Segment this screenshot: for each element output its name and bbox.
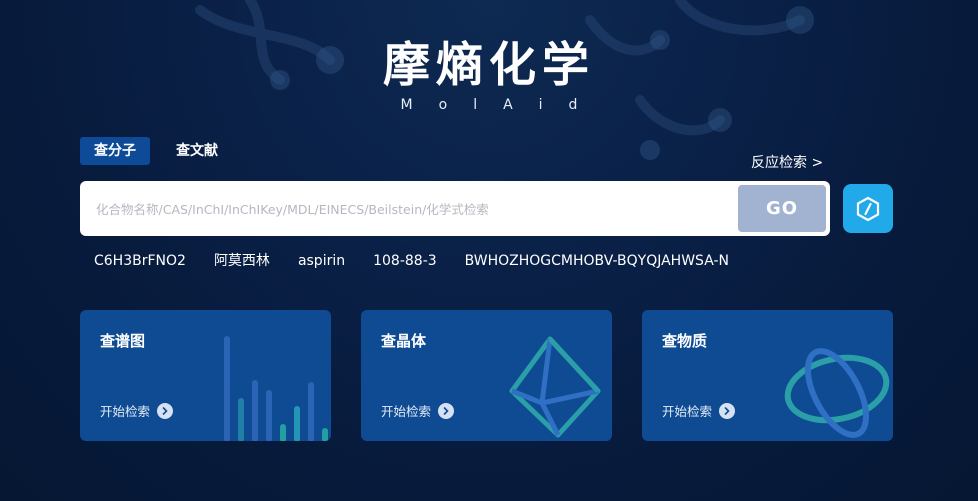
- card-title: 查谱图: [100, 332, 146, 350]
- card-start-link[interactable]: 开始检索: [100, 401, 174, 420]
- card-start-label: 开始检索: [662, 404, 713, 419]
- go-button[interactable]: GO: [738, 185, 826, 232]
- card-start-label: 开始检索: [100, 404, 151, 419]
- arrow-right-icon: [438, 402, 455, 419]
- logo-chinese: 摩熵化学: [383, 38, 595, 93]
- structure-draw-button[interactable]: [843, 184, 893, 233]
- example-query[interactable]: 阿莫西林: [214, 251, 270, 271]
- logo-english: MolAid: [400, 97, 604, 113]
- orbit-atom-icon: [784, 348, 890, 438]
- example-query[interactable]: 108-88-3: [373, 251, 437, 271]
- search-input[interactable]: [94, 181, 738, 238]
- search-box: GO: [80, 181, 830, 238]
- search-type-tabs: 查分子 查文献: [80, 137, 232, 165]
- example-queries: C6H3BrFNO2 阿莫西林 aspirin 108-88-3 BWHOZHO…: [94, 251, 757, 271]
- card-title: 查晶体: [381, 332, 427, 350]
- arrow-right-icon: [157, 402, 174, 419]
- card-crystal[interactable]: 查晶体 开始检索: [361, 310, 612, 441]
- card-start-link[interactable]: 开始检索: [662, 401, 736, 420]
- example-query[interactable]: aspirin: [298, 251, 345, 271]
- example-query[interactable]: BWHOZHOGCMHOBV-BQYQJAHWSA-N: [465, 251, 729, 271]
- card-substance[interactable]: 查物质 开始检索: [642, 310, 893, 441]
- arrow-right-icon: [719, 402, 736, 419]
- structure-draw-icon: [856, 196, 880, 221]
- card-title: 查物质: [662, 332, 708, 350]
- tab-literature[interactable]: 查文献: [162, 137, 232, 165]
- tab-molecule[interactable]: 查分子: [80, 137, 150, 165]
- card-start-label: 开始检索: [381, 404, 432, 419]
- spectrum-bars-icon: [224, 336, 328, 441]
- card-spectrum[interactable]: 查谱图 开始检索: [80, 310, 331, 441]
- example-query[interactable]: C6H3BrFNO2: [94, 251, 186, 271]
- logo: 摩熵化学 MolAid: [0, 38, 978, 114]
- reaction-search-link[interactable]: 反应检索 >: [751, 152, 823, 172]
- card-start-link[interactable]: 开始检索: [381, 401, 455, 420]
- crystal-octahedron-icon: [509, 336, 601, 438]
